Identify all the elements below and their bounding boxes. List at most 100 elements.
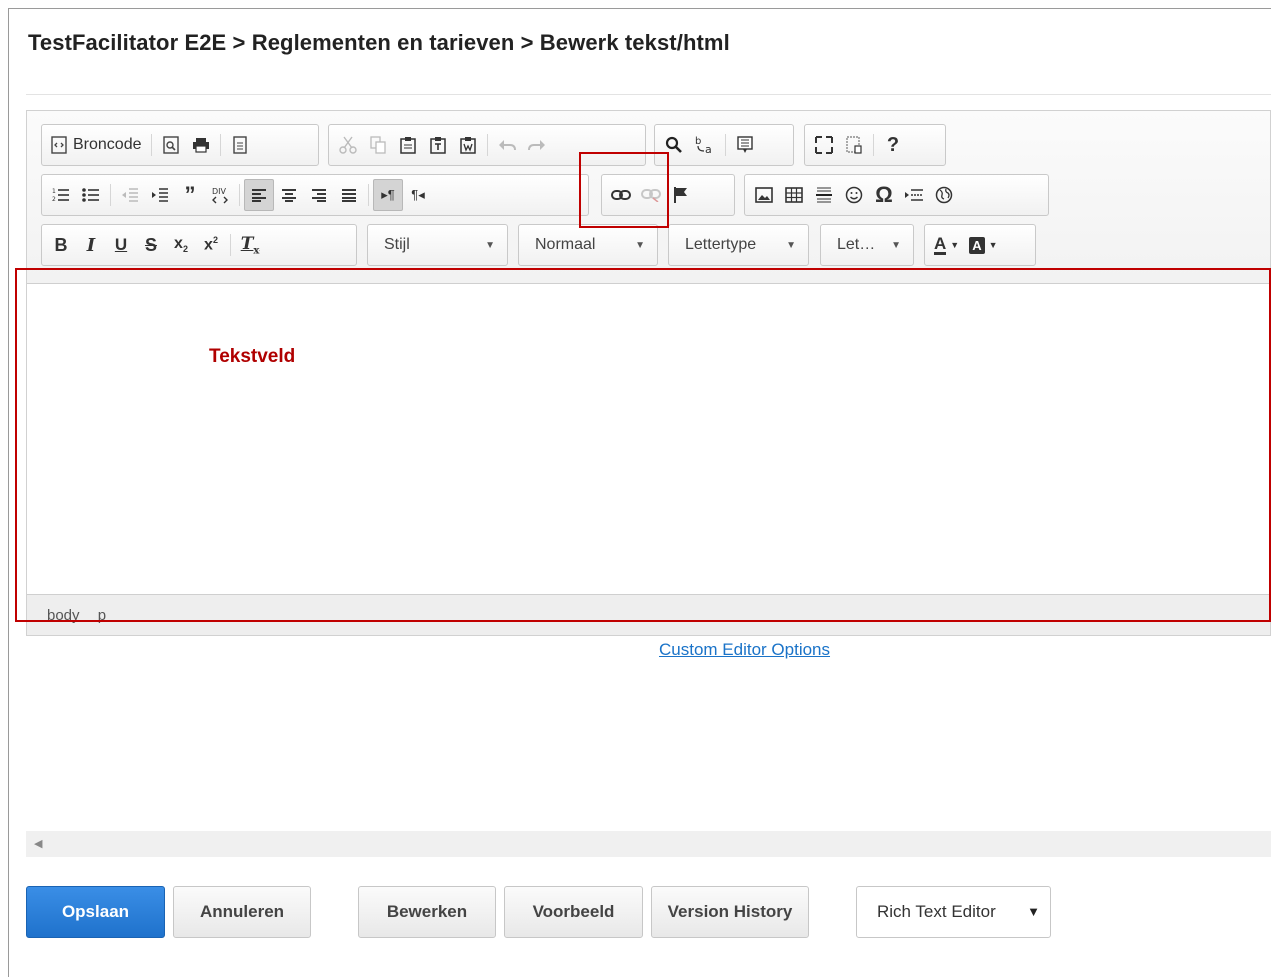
- annotation-link-highlight: [579, 152, 669, 228]
- align-right-icon: [312, 189, 326, 202]
- smiley-button[interactable]: [839, 179, 869, 211]
- custom-editor-options-link[interactable]: Custom Editor Options: [659, 640, 830, 660]
- smiley-icon: [845, 186, 863, 204]
- maximize-button[interactable]: [809, 129, 839, 161]
- editor-mode-select[interactable]: Rich Text Editor ▼: [856, 886, 1051, 938]
- bulleted-list-icon: [82, 188, 99, 202]
- subscript-icon: x2: [174, 235, 188, 255]
- svg-text:1: 1: [52, 188, 56, 195]
- chevron-down-icon: ▼: [988, 240, 998, 250]
- replace-button[interactable]: ba: [689, 129, 721, 161]
- chevron-down-icon: ▼: [891, 239, 901, 251]
- source-button[interactable]: Broncode: [46, 129, 147, 161]
- copy-button[interactable]: [363, 129, 393, 161]
- undo-button[interactable]: [492, 129, 522, 161]
- preview-doc-button[interactable]: [156, 129, 186, 161]
- document-icon: [232, 136, 247, 154]
- omega-icon: Ω: [875, 182, 893, 207]
- special-char-button[interactable]: Ω: [869, 179, 899, 211]
- toolbar-group-colors: A ▼ A ▼: [924, 224, 1036, 266]
- font-combo[interactable]: Lettertype ▼: [668, 224, 809, 266]
- style-combo-label: Stijl: [384, 236, 410, 253]
- font-size-combo[interactable]: Let… ▼: [820, 224, 914, 266]
- show-blocks-button[interactable]: [839, 129, 869, 161]
- select-all-button[interactable]: [730, 129, 760, 161]
- create-div-button[interactable]: DIV: [205, 179, 235, 211]
- italic-button[interactable]: I: [76, 229, 106, 261]
- ltr-icon: ▸¶: [381, 187, 395, 202]
- toolbar-group-basic-styles: B I U S x2 x2 Tx: [41, 224, 357, 266]
- cut-button[interactable]: [333, 129, 363, 161]
- style-combo[interactable]: Stijl ▼: [367, 224, 508, 266]
- help-button[interactable]: ?: [878, 129, 908, 161]
- preview-button[interactable]: Voorbeeld: [504, 886, 643, 938]
- horizontal-rule-icon: [816, 187, 832, 203]
- cancel-button[interactable]: Annuleren: [173, 886, 311, 938]
- align-left-icon: [252, 189, 266, 202]
- paste-word-button[interactable]: [453, 129, 483, 161]
- quote-icon: ”: [184, 182, 196, 207]
- align-right-button[interactable]: [304, 179, 334, 211]
- blockquote-button[interactable]: ”: [175, 179, 205, 211]
- paste-button[interactable]: [393, 129, 423, 161]
- ltr-button[interactable]: ▸¶: [373, 179, 403, 211]
- table-button[interactable]: [779, 179, 809, 211]
- justify-button[interactable]: [334, 179, 364, 211]
- image-button[interactable]: [749, 179, 779, 211]
- align-center-button[interactable]: [274, 179, 304, 211]
- help-icon: ?: [886, 133, 900, 156]
- show-blocks-icon: [846, 136, 862, 154]
- format-combo[interactable]: Normaal ▼: [518, 224, 658, 266]
- title-divider: [26, 94, 1271, 95]
- svg-text:b: b: [695, 136, 701, 147]
- edit-button[interactable]: Bewerken: [358, 886, 496, 938]
- source-icon: [51, 136, 67, 154]
- preview-icon: [162, 136, 179, 154]
- bold-icon: B: [54, 234, 68, 255]
- indent-icon: [152, 188, 168, 202]
- chevron-down-icon: ▼: [786, 239, 796, 251]
- italic-icon: I: [86, 234, 96, 256]
- strikethrough-button[interactable]: S: [136, 229, 166, 261]
- underline-button[interactable]: U: [106, 229, 136, 261]
- toolbar-group-document: Broncode: [41, 124, 319, 166]
- rtl-button[interactable]: ¶◂: [403, 179, 433, 211]
- toolbar-group-find: ba: [654, 124, 794, 166]
- editor-mode-selected: Rich Text Editor: [877, 902, 996, 921]
- subscript-button[interactable]: x2: [166, 229, 196, 261]
- source-button-label: Broncode: [73, 136, 142, 153]
- save-button[interactable]: Opslaan: [26, 886, 165, 938]
- background-color-button[interactable]: A ▼: [964, 229, 1002, 261]
- svg-text:DIV: DIV: [212, 187, 227, 196]
- paste-word-icon: [460, 137, 476, 154]
- page-break-icon: [905, 189, 923, 201]
- redo-icon: [528, 140, 545, 151]
- horizontal-rule-button[interactable]: [809, 179, 839, 211]
- copy-icon: [370, 136, 386, 154]
- version-history-button[interactable]: Version History: [651, 886, 809, 938]
- page-break-button[interactable]: [899, 179, 929, 211]
- text-color-button[interactable]: A ▼: [929, 229, 964, 261]
- print-button[interactable]: [186, 129, 216, 161]
- indent-button[interactable]: [145, 179, 175, 211]
- outdent-button[interactable]: [115, 179, 145, 211]
- iframe-button[interactable]: [929, 179, 959, 211]
- numbered-list-button[interactable]: 12: [46, 179, 76, 211]
- redo-button[interactable]: [522, 129, 552, 161]
- rtl-icon: ¶◂: [411, 187, 425, 202]
- undo-icon: [499, 140, 516, 151]
- remove-format-button[interactable]: Tx: [235, 229, 265, 261]
- bold-button[interactable]: B: [46, 229, 76, 261]
- annotation-label: Tekstveld: [209, 346, 296, 367]
- div-icon: DIV: [212, 187, 228, 204]
- remove-format-icon: Tx: [240, 233, 260, 257]
- superscript-button[interactable]: x2: [196, 229, 226, 261]
- align-left-button[interactable]: [244, 179, 274, 211]
- templates-button[interactable]: [225, 129, 255, 161]
- bulleted-list-button[interactable]: [76, 179, 106, 211]
- scroll-left-icon[interactable]: ◀: [34, 837, 42, 850]
- underline-icon: U: [114, 235, 128, 254]
- paste-text-button[interactable]: [423, 129, 453, 161]
- horizontal-scrollbar[interactable]: ◀: [26, 831, 1271, 857]
- anchor-button[interactable]: [666, 179, 696, 211]
